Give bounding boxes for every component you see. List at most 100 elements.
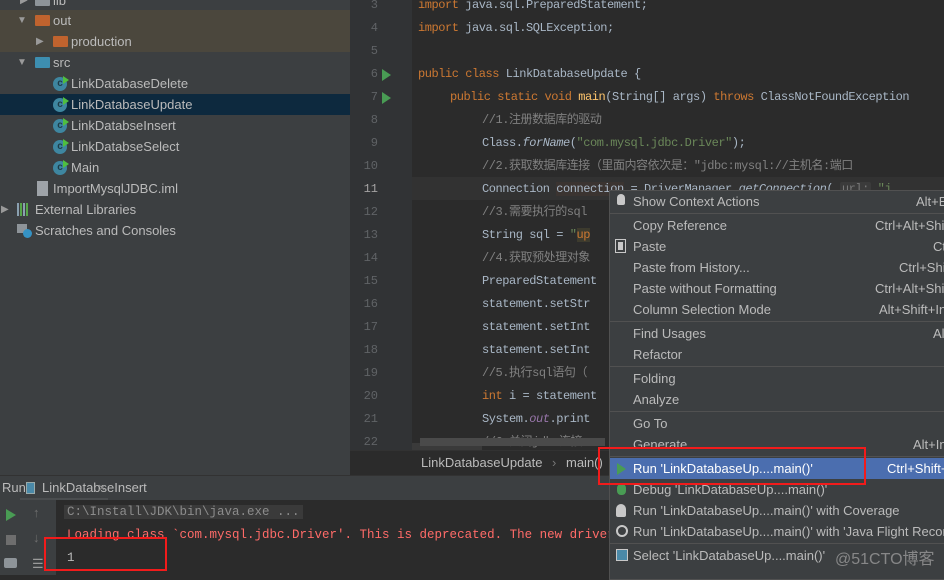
tree-item-linkdatabasedelete[interactable]: c LinkDatabaseDelete [0, 73, 350, 94]
menu-item-analyze[interactable]: Analyze [610, 389, 944, 410]
tree-item-production[interactable]: ▶ production [0, 31, 350, 52]
java-class-icon: c [53, 118, 69, 133]
code-token: Class. [482, 136, 523, 150]
code-token: LinkDatabaseUpdate { [505, 67, 641, 81]
code-line: Class.forName("com.mysql.jdbc.Driver"); [418, 132, 746, 155]
line-number: 3 [370, 0, 378, 12]
code-token: i = statement [509, 389, 597, 403]
code-token: //4.获取预处理对象 [482, 251, 590, 265]
menu-item-show-context-actions[interactable]: Show Context ActionsAlt+Enter [610, 191, 944, 212]
close-tab-icon[interactable]: × [98, 480, 106, 495]
line-number: 7 [370, 90, 378, 104]
code-line: int i = statement [418, 385, 597, 408]
wrap-icon[interactable]: ☰ [32, 556, 44, 572]
code-token: import [418, 21, 466, 35]
run-tab[interactable]: LinkDatabseInsert × [20, 476, 147, 501]
camera-icon[interactable] [4, 558, 17, 568]
line-number: 22 [363, 435, 378, 449]
collapse-arrow-icon[interactable]: ▼ [17, 10, 27, 31]
code-token: "com.mysql.jdbc.Driver" [576, 136, 733, 150]
menu-item-copy-reference[interactable]: Copy ReferenceCtrl+Alt+Shift+C [610, 215, 944, 236]
tree-item-linkdatabseselect[interactable]: c LinkDatabseSelect [0, 136, 350, 157]
down-arrow-icon[interactable]: ↓ [33, 530, 40, 545]
line-number: 9 [370, 136, 378, 150]
tree-item-out[interactable]: ▼ out [0, 10, 350, 31]
line-number: 5 [370, 44, 378, 58]
code-line: PreparedStatement [418, 270, 597, 293]
run-gutter-icon[interactable] [382, 92, 391, 104]
code-token: ClassNotFoundException [760, 90, 910, 104]
code-token: forName [522, 136, 571, 150]
stop-icon[interactable] [6, 535, 16, 545]
menu-item-refactor[interactable]: Refactor [610, 344, 944, 365]
menu-item-column-selection-mode[interactable]: Column Selection ModeAlt+Shift+Insert [610, 299, 944, 320]
breadcrumb-class[interactable]: LinkDatabaseUpdate [421, 451, 542, 475]
rerun-icon[interactable] [6, 509, 16, 521]
menu-item-run-with-flight-recorder[interactable]: Run 'LinkDatabaseUp....main()' with 'Jav… [610, 521, 944, 542]
code-token: statement.setInt [482, 343, 591, 357]
line-number: 12 [363, 205, 378, 219]
menu-item-folding[interactable]: Folding [610, 368, 944, 389]
menu-item-find-usages[interactable]: Find UsagesAlt+F7 [610, 323, 944, 344]
code-token: public class [418, 67, 506, 81]
line-number: 6 [370, 67, 378, 81]
java-class-icon: c [53, 139, 69, 154]
code-line: String sql = "up [418, 224, 590, 247]
code-line: import java.sql.SQLException; [418, 17, 614, 40]
expand-arrow-icon[interactable]: ▶ [36, 31, 44, 52]
menu-item-paste[interactable]: PasteCtrl+V [610, 236, 944, 257]
menu-item-run-with-coverage[interactable]: Run 'LinkDatabaseUp....main()' with Cove… [610, 500, 944, 521]
file-icon [37, 181, 48, 196]
code-token: ( [569, 136, 577, 150]
code-line: statement.setInt [418, 339, 590, 362]
code-token: statement.setInt [482, 320, 591, 334]
tree-item-external-libraries[interactable]: ▶ External Libraries [0, 199, 350, 220]
tree-item-linkdatabaseupdate[interactable]: c LinkDatabaseUpdate [0, 94, 350, 115]
library-icon [17, 203, 29, 216]
code-token: PreparedStatement [482, 274, 597, 288]
debug-icon [617, 484, 626, 495]
menu-item-go-to[interactable]: Go To [610, 413, 944, 434]
collapse-arrow-icon[interactable]: ▼ [17, 52, 27, 73]
line-number: 13 [363, 228, 378, 242]
coverage-icon [616, 504, 626, 517]
editor-horizontal-scrollbar[interactable] [420, 438, 605, 446]
menu-item-paste-from-history[interactable]: Paste from History...Ctrl+Shift+V [610, 257, 944, 278]
line-number: 17 [363, 320, 378, 334]
code-token: (String[] args) [605, 90, 714, 104]
watermark: @51CTO博客 [835, 551, 935, 568]
tree-item-main[interactable]: c Main [0, 157, 350, 178]
folder-icon [53, 36, 68, 47]
annotation-box-run [598, 447, 866, 485]
tree-item-iml-file[interactable]: ImportMysqlJDBC.iml [0, 178, 350, 199]
code-token: //2.获取数据库连接（里面内容依次是："jdbc:mysql://主机名:端口 [482, 159, 853, 173]
run-tab-label: LinkDatabseInsert [42, 480, 147, 495]
code-token: System. [482, 412, 530, 426]
code-token: throws [713, 90, 761, 104]
source-folder-icon [35, 57, 50, 68]
line-number: 15 [363, 274, 378, 288]
menu-item-paste-without-formatting[interactable]: Paste without FormattingCtrl+Alt+Shift+V [610, 278, 944, 299]
up-arrow-icon[interactable]: ↑ [33, 505, 40, 520]
code-line: //5.执行sql语句（ [418, 362, 587, 385]
profiler-icon [616, 525, 628, 537]
code-token: //5.执行sql语句（ [482, 366, 588, 380]
line-number: 21 [363, 412, 378, 426]
tree-item-src[interactable]: ▼ src [0, 52, 350, 73]
run-gutter-icon[interactable] [382, 69, 391, 81]
code-token: int [482, 389, 510, 403]
line-number: 4 [370, 21, 378, 35]
tree-item-scratches[interactable]: Scratches and Consoles [0, 220, 350, 241]
scratches-icon [17, 224, 32, 238]
code-line: //2.获取数据库连接（里面内容依次是："jdbc:mysql://主机名:端口 [418, 155, 853, 178]
java-class-icon: c [53, 97, 69, 112]
code-line: public class LinkDatabaseUpdate { [418, 63, 641, 86]
expand-arrow-icon[interactable]: ▶ [1, 199, 9, 220]
tree-item-linkdatabseinsert[interactable]: c LinkDatabseInsert [0, 115, 350, 136]
code-token: import [418, 0, 466, 12]
editor-gutter: 3 4 5 6 7 8 9 10 11 12 13 14 15 16 17 18 19 20 21 22 [350, 0, 412, 450]
context-menu: Show Context ActionsAlt+Enter Copy Refer… [609, 190, 944, 580]
line-number: 8 [370, 113, 378, 127]
code-token: ); [731, 136, 746, 150]
code-line: //1.注册数据库的驱动 [418, 109, 602, 132]
